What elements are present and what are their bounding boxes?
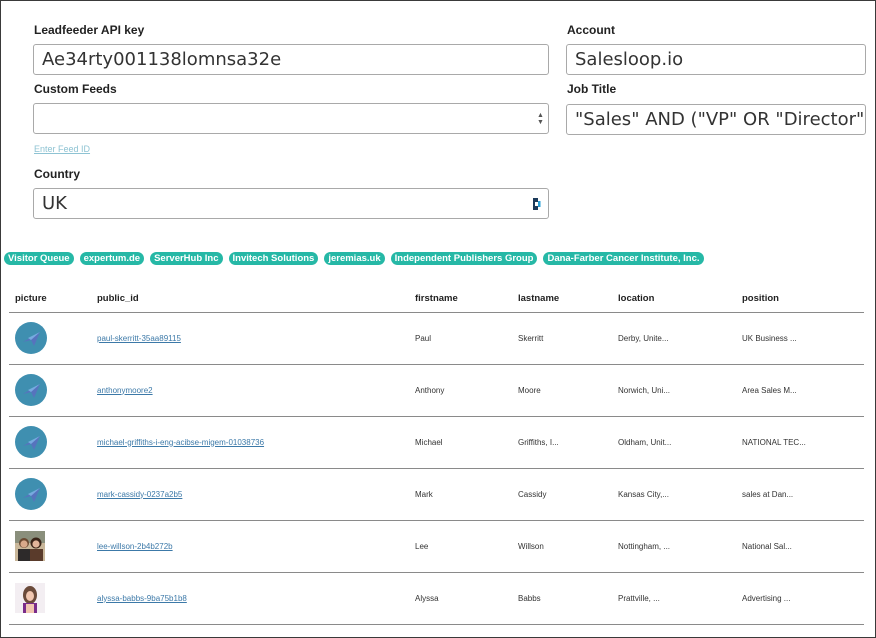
tag-visitor-queue[interactable]: Visitor Queue	[4, 252, 74, 265]
api-key-input[interactable]: Ae34rty001138lomnsa32e	[33, 44, 549, 75]
country-value: UK	[42, 193, 67, 214]
firstname-cell: Michael	[409, 416, 512, 469]
api-key-label: Leadfeeder API key	[34, 23, 145, 37]
table-row: mark-cassidy-0237a2b5 Mark Cassidy Kansa…	[9, 468, 864, 521]
table-row: lee-willson-2b4b272b Lee Willson Notting…	[9, 520, 864, 573]
tag-jeremias[interactable]: jeremias.uk	[324, 252, 385, 265]
public-id-link[interactable]: mark-cassidy-0237a2b5	[97, 490, 182, 499]
table-header-row: picture public_id firstname lastname loc…	[9, 285, 864, 313]
profile-photo-woman	[15, 583, 45, 613]
lastname-cell: Moore	[512, 364, 612, 417]
position-cell: Advertising ...	[736, 572, 864, 625]
tag-independent-publishers[interactable]: Independent Publishers Group	[390, 252, 538, 265]
default-avatar-icon	[15, 322, 47, 354]
location-cell: Norwich, Uni...	[612, 364, 736, 417]
position-cell: sales at Dan...	[736, 468, 864, 521]
job-title-label: Job Title	[567, 82, 617, 96]
enter-feed-id-link[interactable]: Enter Feed ID	[34, 144, 90, 154]
lastname-cell: Griffiths, I...	[512, 416, 612, 469]
select-arrows-icon: ▲ ▼	[537, 112, 544, 126]
column-header-location: location	[612, 285, 736, 313]
default-avatar-icon	[15, 426, 47, 458]
position-cell: UK Business ...	[736, 312, 864, 365]
firstname-cell: Paul	[409, 312, 512, 365]
column-header-lastname: lastname	[512, 285, 612, 313]
public-id-link[interactable]: lee-willson-2b4b272b	[97, 542, 173, 551]
table-row: alyssa-babbs-9ba75b1b8 Alyssa Babbs Prat…	[9, 572, 864, 625]
company-tags: Visitor Queue expertum.de ServerHub Inc …	[4, 252, 704, 265]
lastname-cell: Skerritt	[512, 312, 612, 365]
column-header-public-id: public_id	[91, 285, 409, 313]
position-cell: Area Sales M...	[736, 364, 864, 417]
default-avatar-icon	[15, 374, 47, 406]
account-label: Account	[567, 23, 615, 37]
tag-invitech[interactable]: Invitech Solutions	[228, 252, 319, 265]
country-label: Country	[34, 167, 80, 181]
profile-photo-couple	[15, 531, 45, 561]
location-cell: Nottingham, ...	[612, 520, 736, 573]
leadfeeder-panel: Leadfeeder API key Ae34rty001138lomnsa32…	[0, 0, 876, 638]
default-avatar-icon	[15, 478, 47, 510]
lastname-cell: Babbs	[512, 572, 612, 625]
table-row: paul-skerritt-35aa89115 Paul Skerritt De…	[9, 312, 864, 365]
public-id-link[interactable]: anthonymoore2	[97, 386, 153, 395]
leads-table: picture public_id firstname lastname loc…	[9, 285, 864, 625]
country-input[interactable]: UK	[33, 188, 549, 219]
public-id-link[interactable]: alyssa-babbs-9ba75b1b8	[97, 594, 187, 603]
column-header-picture: picture	[9, 285, 91, 313]
country-picker-icon[interactable]	[533, 198, 543, 210]
location-cell: Kansas City,...	[612, 468, 736, 521]
job-title-input[interactable]: "Sales" AND ("VP" OR "Director")	[566, 104, 866, 135]
lastname-cell: Willson	[512, 520, 612, 573]
custom-feeds-select[interactable]: ▲ ▼	[33, 103, 549, 134]
public-id-link[interactable]: paul-skerritt-35aa89115	[97, 334, 181, 343]
location-cell: Prattville, ...	[612, 572, 736, 625]
firstname-cell: Anthony	[409, 364, 512, 417]
tag-expertum[interactable]: expertum.de	[79, 252, 145, 265]
tag-serverhub[interactable]: ServerHub Inc	[150, 252, 223, 265]
column-header-position: position	[736, 285, 864, 313]
location-cell: Derby, Unite...	[612, 312, 736, 365]
column-header-firstname: firstname	[409, 285, 512, 313]
firstname-cell: Alyssa	[409, 572, 512, 625]
public-id-link[interactable]: michael-griffiths-i-eng-acibse-migem-010…	[97, 438, 264, 447]
location-cell: Oldham, Unit...	[612, 416, 736, 469]
position-cell: NATIONAL TEC...	[736, 416, 864, 469]
custom-feeds-label: Custom Feeds	[34, 82, 117, 96]
table-row: anthonymoore2 Anthony Moore Norwich, Uni…	[9, 364, 864, 417]
position-cell: National Sal...	[736, 520, 864, 573]
table-row: michael-griffiths-i-eng-acibse-migem-010…	[9, 416, 864, 469]
account-input[interactable]: Salesloop.io	[566, 44, 866, 75]
lastname-cell: Cassidy	[512, 468, 612, 521]
firstname-cell: Lee	[409, 520, 512, 573]
firstname-cell: Mark	[409, 468, 512, 521]
tag-dana-farber[interactable]: Dana-Farber Cancer Institute, Inc.	[543, 252, 704, 265]
